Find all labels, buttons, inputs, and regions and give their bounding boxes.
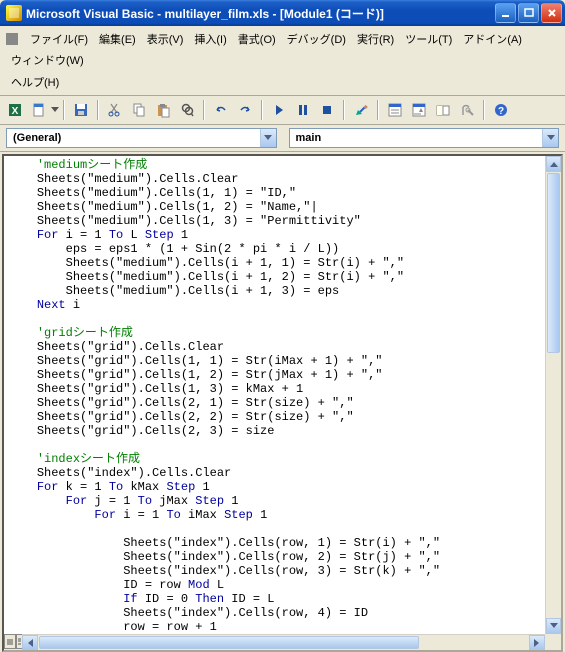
object-combo-value: (General) — [7, 132, 260, 144]
menu-edit[interactable]: 編集(E) — [94, 29, 141, 49]
scroll-thumb[interactable] — [39, 636, 419, 649]
insert-module-icon[interactable] — [28, 99, 50, 121]
help-icon[interactable]: ? — [490, 99, 512, 121]
chevron-down-icon[interactable] — [260, 129, 276, 147]
menu-view[interactable]: 表示(V) — [142, 29, 189, 49]
copy-icon[interactable] — [128, 99, 150, 121]
menu-help[interactable]: ヘルプ(H) — [6, 72, 64, 92]
procedure-combo[interactable]: main — [289, 128, 560, 148]
menu-tools[interactable]: ツール(T) — [400, 29, 457, 49]
cut-icon[interactable] — [104, 99, 126, 121]
project-explorer-icon[interactable] — [384, 99, 406, 121]
save-icon[interactable] — [70, 99, 92, 121]
scroll-left-icon[interactable] — [22, 635, 38, 650]
scroll-right-icon[interactable] — [529, 635, 545, 650]
reset-icon[interactable] — [316, 99, 338, 121]
undo-icon[interactable] — [210, 99, 232, 121]
design-mode-icon[interactable] — [350, 99, 372, 121]
menu-debug[interactable]: デバッグ(D) — [282, 29, 351, 49]
scroll-down-icon[interactable] — [546, 618, 561, 634]
procedure-combo-value: main — [290, 132, 543, 144]
object-browser-icon[interactable] — [432, 99, 454, 121]
find-icon[interactable] — [176, 99, 198, 121]
redo-icon[interactable] — [234, 99, 256, 121]
paste-icon[interactable] — [152, 99, 174, 121]
menu-addins[interactable]: アドイン(A) — [458, 29, 527, 49]
menu-file[interactable]: ファイル(F) — [25, 29, 93, 49]
code-editor[interactable]: 'mediumシート作成 Sheets("medium").Cells.Clea… — [2, 154, 563, 652]
chevron-down-icon[interactable] — [542, 129, 558, 147]
maximize-button[interactable] — [518, 3, 539, 23]
horizontal-scrollbar[interactable] — [22, 634, 545, 650]
mdi-control-icon[interactable] — [6, 33, 18, 45]
view-excel-icon[interactable]: X — [4, 99, 26, 121]
object-combo[interactable]: (General) — [6, 128, 277, 148]
svg-text:?: ? — [498, 106, 504, 117]
menu-insert[interactable]: 挿入(I) — [189, 29, 231, 49]
vertical-scrollbar[interactable] — [545, 156, 561, 634]
close-button[interactable] — [541, 3, 562, 23]
toolbox-icon[interactable] — [456, 99, 478, 121]
window-title: Microsoft Visual Basic - multilayer_film… — [26, 5, 495, 22]
menu-window[interactable]: ウィンドウ(W) — [6, 50, 89, 70]
properties-window-icon[interactable] — [408, 99, 430, 121]
code-content[interactable]: 'mediumシート作成 Sheets("medium").Cells.Clea… — [8, 158, 545, 634]
run-icon[interactable] — [268, 99, 290, 121]
scroll-thumb[interactable] — [547, 173, 560, 353]
procedure-view-icon[interactable] — [4, 634, 16, 649]
scroll-up-icon[interactable] — [546, 156, 561, 172]
toolbar: X ? — [0, 96, 565, 125]
minimize-button[interactable] — [495, 3, 516, 23]
break-icon[interactable] — [292, 99, 314, 121]
menubar: ファイル(F) 編集(E) 表示(V) 挿入(I) 書式(O) デバッグ(D) … — [0, 26, 565, 96]
app-icon — [6, 5, 22, 21]
menu-run[interactable]: 実行(R) — [352, 29, 399, 49]
scroll-corner — [545, 634, 561, 650]
code-dropdowns: (General) main — [0, 125, 565, 152]
titlebar[interactable]: Microsoft Visual Basic - multilayer_film… — [0, 0, 565, 26]
svg-text:X: X — [12, 106, 19, 117]
menu-format[interactable]: 書式(O) — [233, 29, 281, 49]
